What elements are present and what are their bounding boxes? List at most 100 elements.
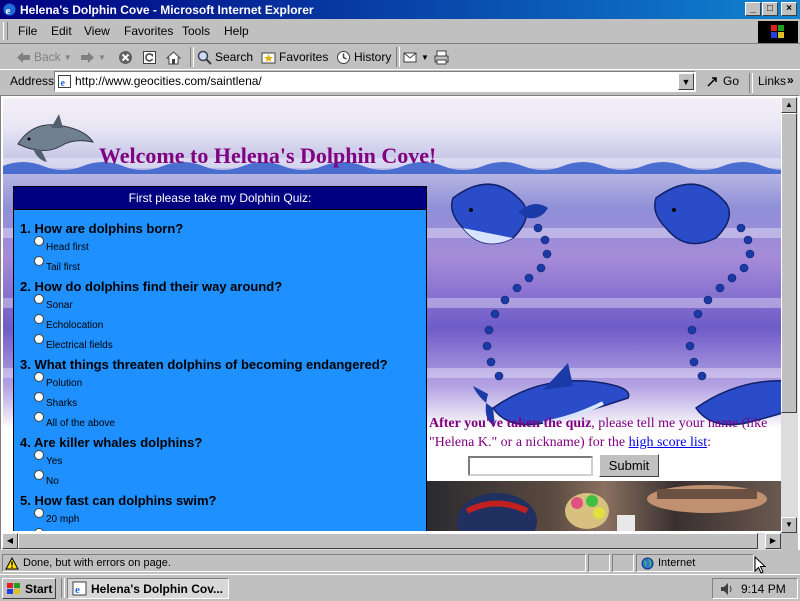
menu-grip[interactable]	[3, 22, 8, 40]
toolbar-separator	[396, 47, 400, 67]
option-label: Sharks	[46, 398, 78, 409]
horizontal-scrollbar[interactable]: ◀ ▶	[2, 533, 781, 550]
option-label: No	[46, 476, 59, 487]
scroll-up-icon[interactable]: ▲	[781, 97, 797, 113]
home-button[interactable]	[166, 48, 181, 66]
warning-icon[interactable]	[5, 556, 19, 570]
option-label: Tail first	[46, 262, 80, 273]
address-input[interactable]	[75, 74, 655, 88]
minimize-button[interactable]: _	[745, 2, 761, 16]
start-button[interactable]: Start	[2, 578, 56, 599]
start-label: Start	[25, 581, 53, 596]
links-button[interactable]: Links	[758, 74, 786, 88]
option-label: Electrical fields	[46, 340, 113, 351]
back-label: Back	[34, 50, 61, 64]
quiz-option[interactable]: Echolocation	[34, 314, 104, 331]
option-label: Head first	[46, 242, 89, 253]
window-title: Helena's Dolphin Cove - Microsoft Intern…	[20, 3, 314, 17]
go-button[interactable]: Go	[706, 74, 739, 88]
volume-icon[interactable]	[719, 582, 735, 596]
address-field[interactable]: e ▼	[54, 71, 696, 92]
menu-file[interactable]: File	[18, 24, 37, 38]
taskbar-item-ie[interactable]: e Helena's Dolphin Cov...	[67, 578, 229, 599]
quiz-option[interactable]: Sharks	[34, 392, 78, 409]
quiz-option[interactable]: All of the above	[34, 412, 115, 429]
history-icon	[337, 50, 350, 64]
scroll-right-icon[interactable]: ▶	[765, 533, 781, 549]
submit-button[interactable]: Submit	[599, 454, 659, 477]
svg-text:e: e	[6, 5, 11, 17]
close-button[interactable]: ×	[781, 2, 797, 16]
forward-dropdown-icon[interactable]: ▼	[98, 53, 106, 62]
favorites-button[interactable]: Favorites	[261, 48, 328, 66]
scroll-left-icon[interactable]: ◀	[2, 533, 18, 549]
web-page: Welcome to Helena's Dolphin Cove! First …	[3, 98, 782, 531]
quiz-option[interactable]: Polution	[34, 372, 83, 389]
menu-edit[interactable]: Edit	[51, 24, 72, 38]
radio-button[interactable]	[34, 334, 44, 344]
ie-logo-icon: e	[72, 581, 87, 596]
radio-button[interactable]	[34, 256, 44, 266]
option-label: Polution	[46, 378, 83, 389]
radio-button[interactable]	[34, 372, 44, 382]
dolphin-logo-icon	[17, 114, 95, 162]
back-button[interactable]: Back ▼	[16, 48, 72, 66]
quiz-option[interactable]: 20 mph	[34, 508, 79, 525]
radio-button[interactable]	[34, 470, 44, 480]
stop-button[interactable]	[118, 48, 133, 66]
history-button[interactable]: History	[336, 48, 391, 66]
page-viewport: Welcome to Helena's Dolphin Cove! First …	[0, 95, 800, 550]
option-label: Yes	[46, 456, 63, 467]
links-chevron-icon[interactable]: »	[787, 73, 794, 87]
radio-button[interactable]	[34, 294, 44, 304]
vertical-scroll-thumb[interactable]	[781, 113, 797, 413]
back-dropdown-icon[interactable]: ▼	[64, 53, 72, 62]
menu-help[interactable]: Help	[224, 24, 249, 38]
radio-button[interactable]	[34, 528, 44, 531]
radio-button[interactable]	[34, 314, 44, 324]
name-input[interactable]	[468, 456, 593, 476]
forward-button[interactable]: ▼	[80, 48, 106, 66]
radio-button[interactable]	[34, 508, 44, 518]
score-instructions-end: :	[707, 435, 712, 450]
forward-arrow-icon	[81, 51, 94, 63]
quiz-question-5: 5. How fast can dolphins swim?	[20, 493, 217, 508]
status-bar: Done, but with errors on page. Internet	[0, 552, 800, 574]
quiz-option[interactable]: Head first	[34, 236, 89, 253]
page-icon: e	[58, 75, 71, 89]
search-button[interactable]: Search	[197, 48, 253, 66]
high-score-link[interactable]: high score list	[629, 435, 708, 450]
radio-button[interactable]	[34, 450, 44, 460]
quiz-option[interactable]: No	[34, 470, 59, 487]
windows-logo-icon	[758, 21, 798, 43]
quiz-option[interactable]: Electrical fields	[34, 334, 113, 351]
windows-flag-icon	[7, 582, 20, 594]
scroll-down-icon[interactable]: ▼	[781, 517, 797, 533]
mail-dropdown-icon[interactable]: ▼	[421, 53, 429, 62]
address-dropdown-icon[interactable]: ▼	[678, 73, 694, 90]
history-label: History	[354, 50, 392, 64]
title-bar[interactable]: e Helena's Dolphin Cove - Microsoft Inte…	[0, 0, 800, 19]
quiz-option[interactable]: Yes	[34, 450, 63, 467]
menu-tools[interactable]: Tools	[182, 24, 210, 38]
vertical-scrollbar[interactable]: ▲ ▼	[781, 97, 798, 533]
quiz-question-2: 2. How do dolphins find their way around…	[20, 279, 283, 294]
menu-bar: File Edit View Favorites Tools Help	[0, 20, 800, 43]
option-label: Echolocation	[46, 320, 104, 331]
maximize-button[interactable]: □	[762, 2, 778, 16]
quiz-option[interactable]: Sonar	[34, 294, 73, 311]
radio-button[interactable]	[34, 412, 44, 422]
mouse-cursor-icon	[754, 556, 767, 574]
radio-button[interactable]	[34, 392, 44, 402]
horizontal-scroll-thumb[interactable]	[18, 533, 758, 549]
clock: 9:14 PM	[741, 581, 786, 596]
refresh-button[interactable]	[142, 48, 157, 66]
menu-favorites[interactable]: Favorites	[124, 24, 173, 38]
taskbar: Start e Helena's Dolphin Cov... 9:14 PM	[0, 574, 800, 601]
quiz-option[interactable]: Tail first	[34, 256, 80, 273]
menu-view[interactable]: View	[84, 24, 110, 38]
radio-button[interactable]	[34, 236, 44, 246]
standard-toolbar: Back ▼ ▼ Search Favorites History ▼	[0, 43, 800, 70]
mail-button[interactable]: ▼	[403, 48, 429, 66]
print-button[interactable]	[434, 48, 449, 66]
